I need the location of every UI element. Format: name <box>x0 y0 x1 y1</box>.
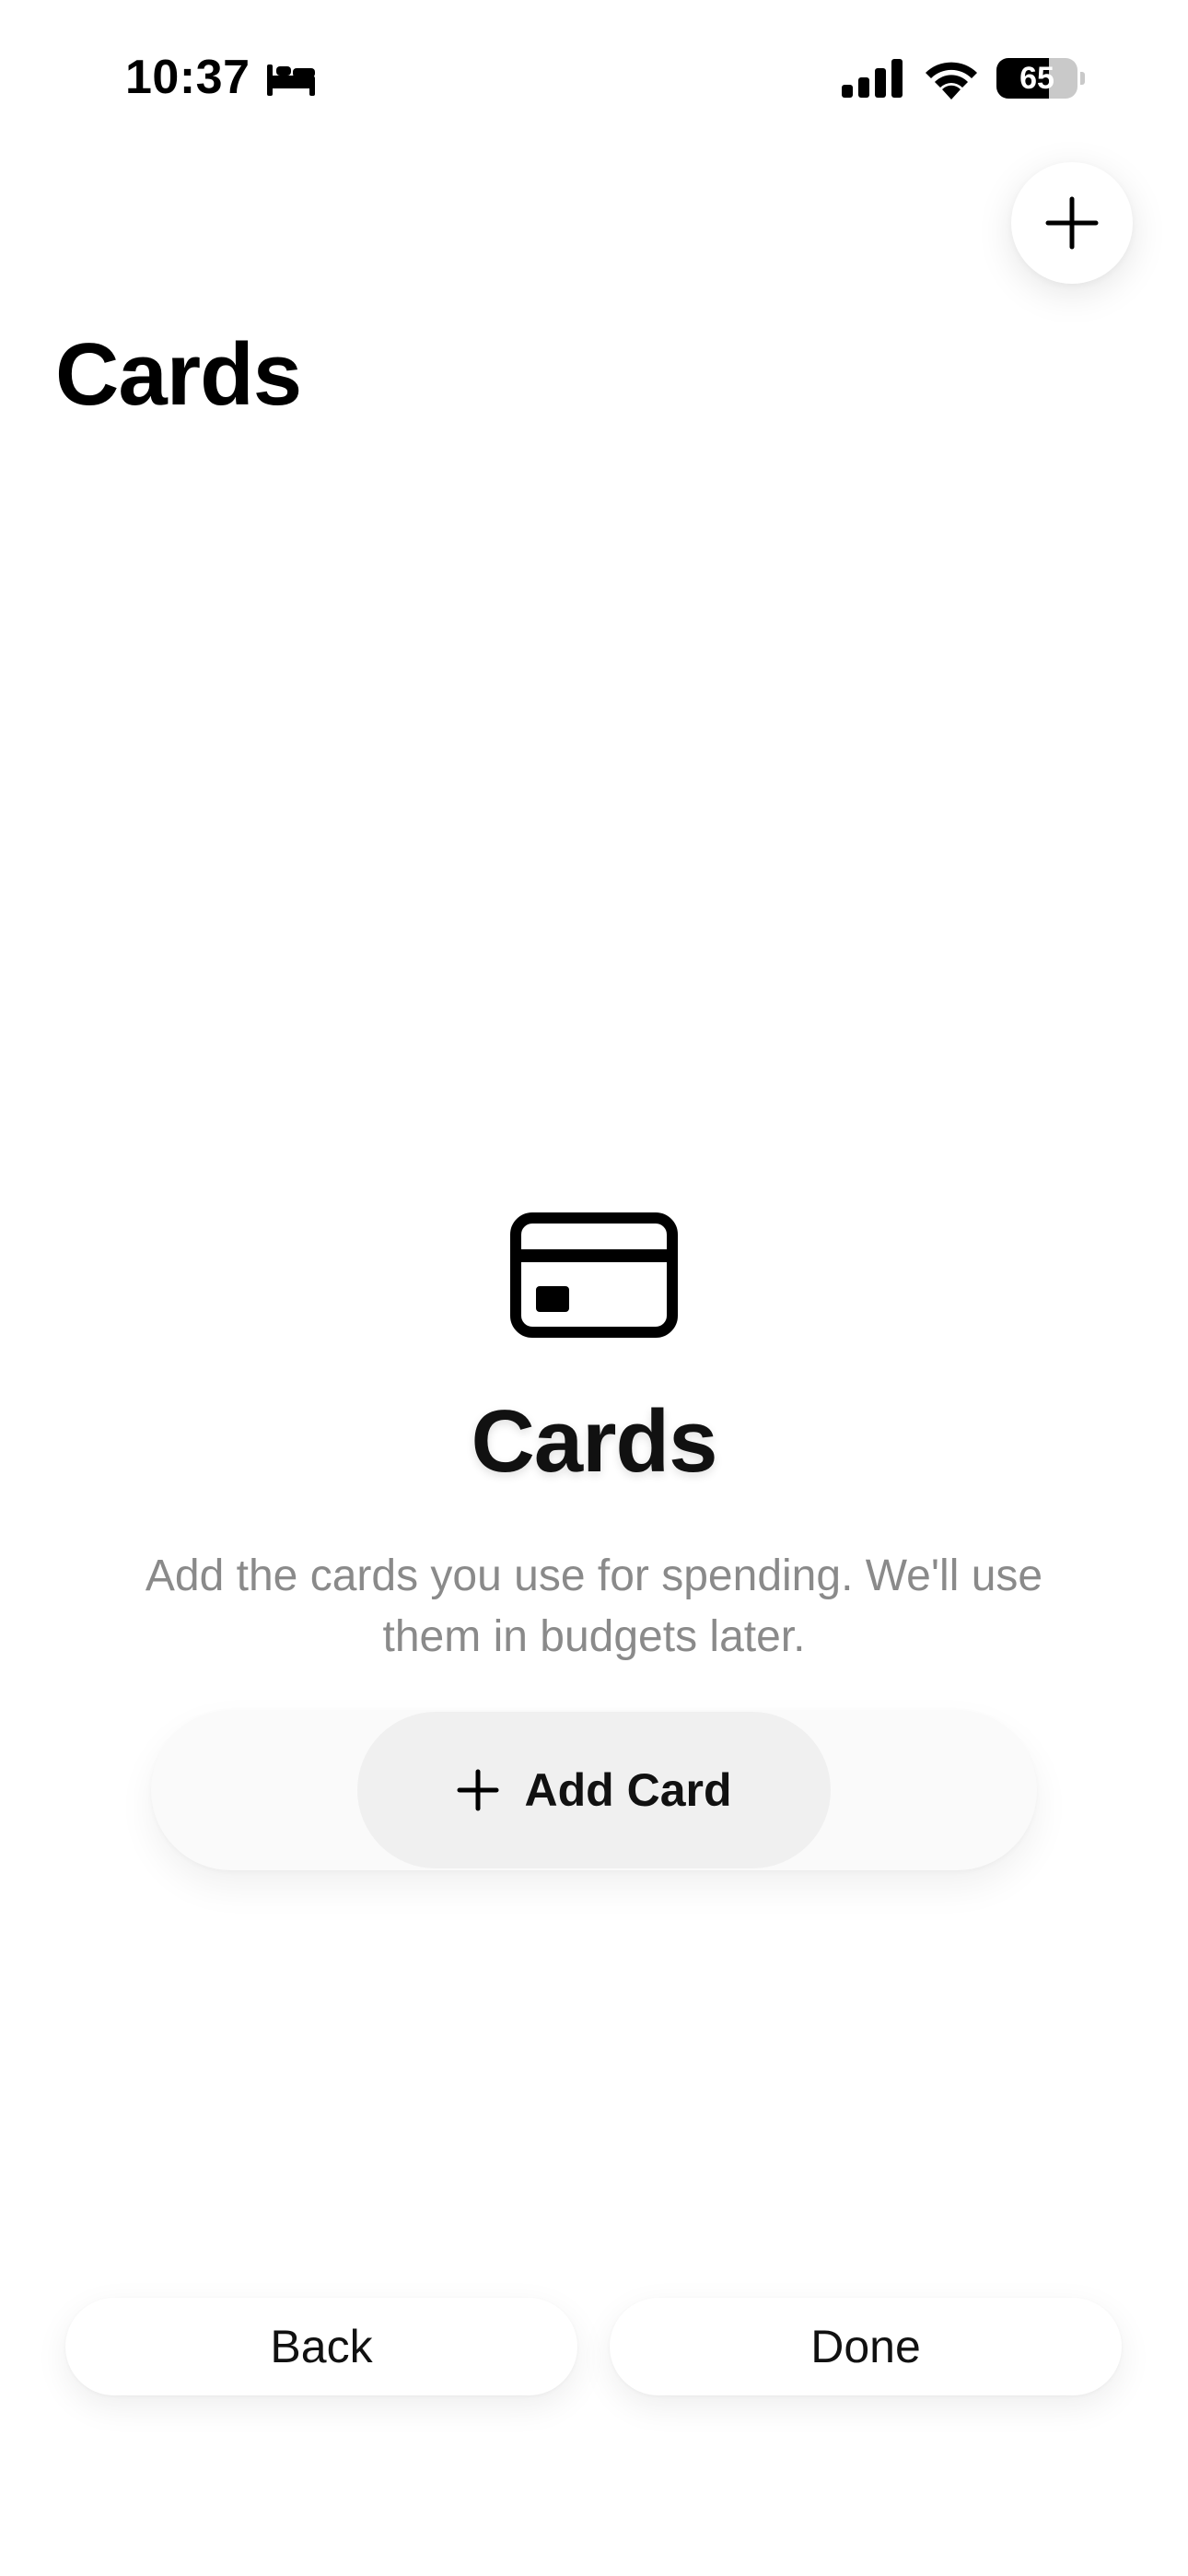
empty-state: Cards Add the cards you use for spending… <box>0 1198 1188 1898</box>
battery-percent: 65 <box>1019 61 1054 96</box>
credit-card-icon <box>510 1212 678 1338</box>
bed-icon <box>267 64 315 96</box>
battery-icon: 65 <box>996 58 1085 99</box>
status-time: 10:37 <box>125 51 250 104</box>
page-title: Cards <box>55 325 302 424</box>
cellular-signal-icon <box>842 59 903 98</box>
add-card-button[interactable]: Add Card <box>357 1712 831 1868</box>
add-card-top-button[interactable] <box>1011 162 1133 284</box>
status-bar: 10:37 65 <box>0 0 1188 157</box>
empty-state-description: Add the cards you use for spending. We'l… <box>145 1551 1043 1661</box>
add-card-label: Add Card <box>524 1764 732 1816</box>
battery-cap <box>1080 72 1085 85</box>
done-button[interactable]: Done <box>610 2298 1122 2395</box>
plus-icon <box>1045 196 1099 250</box>
wifi-icon <box>926 62 977 100</box>
back-button[interactable]: Back <box>65 2298 577 2395</box>
battery-body: 65 <box>996 58 1077 99</box>
plus-icon <box>457 1769 498 1811</box>
bottom-bar: Back Done <box>0 2298 1188 2399</box>
empty-state-title: Cards <box>471 1392 717 1491</box>
